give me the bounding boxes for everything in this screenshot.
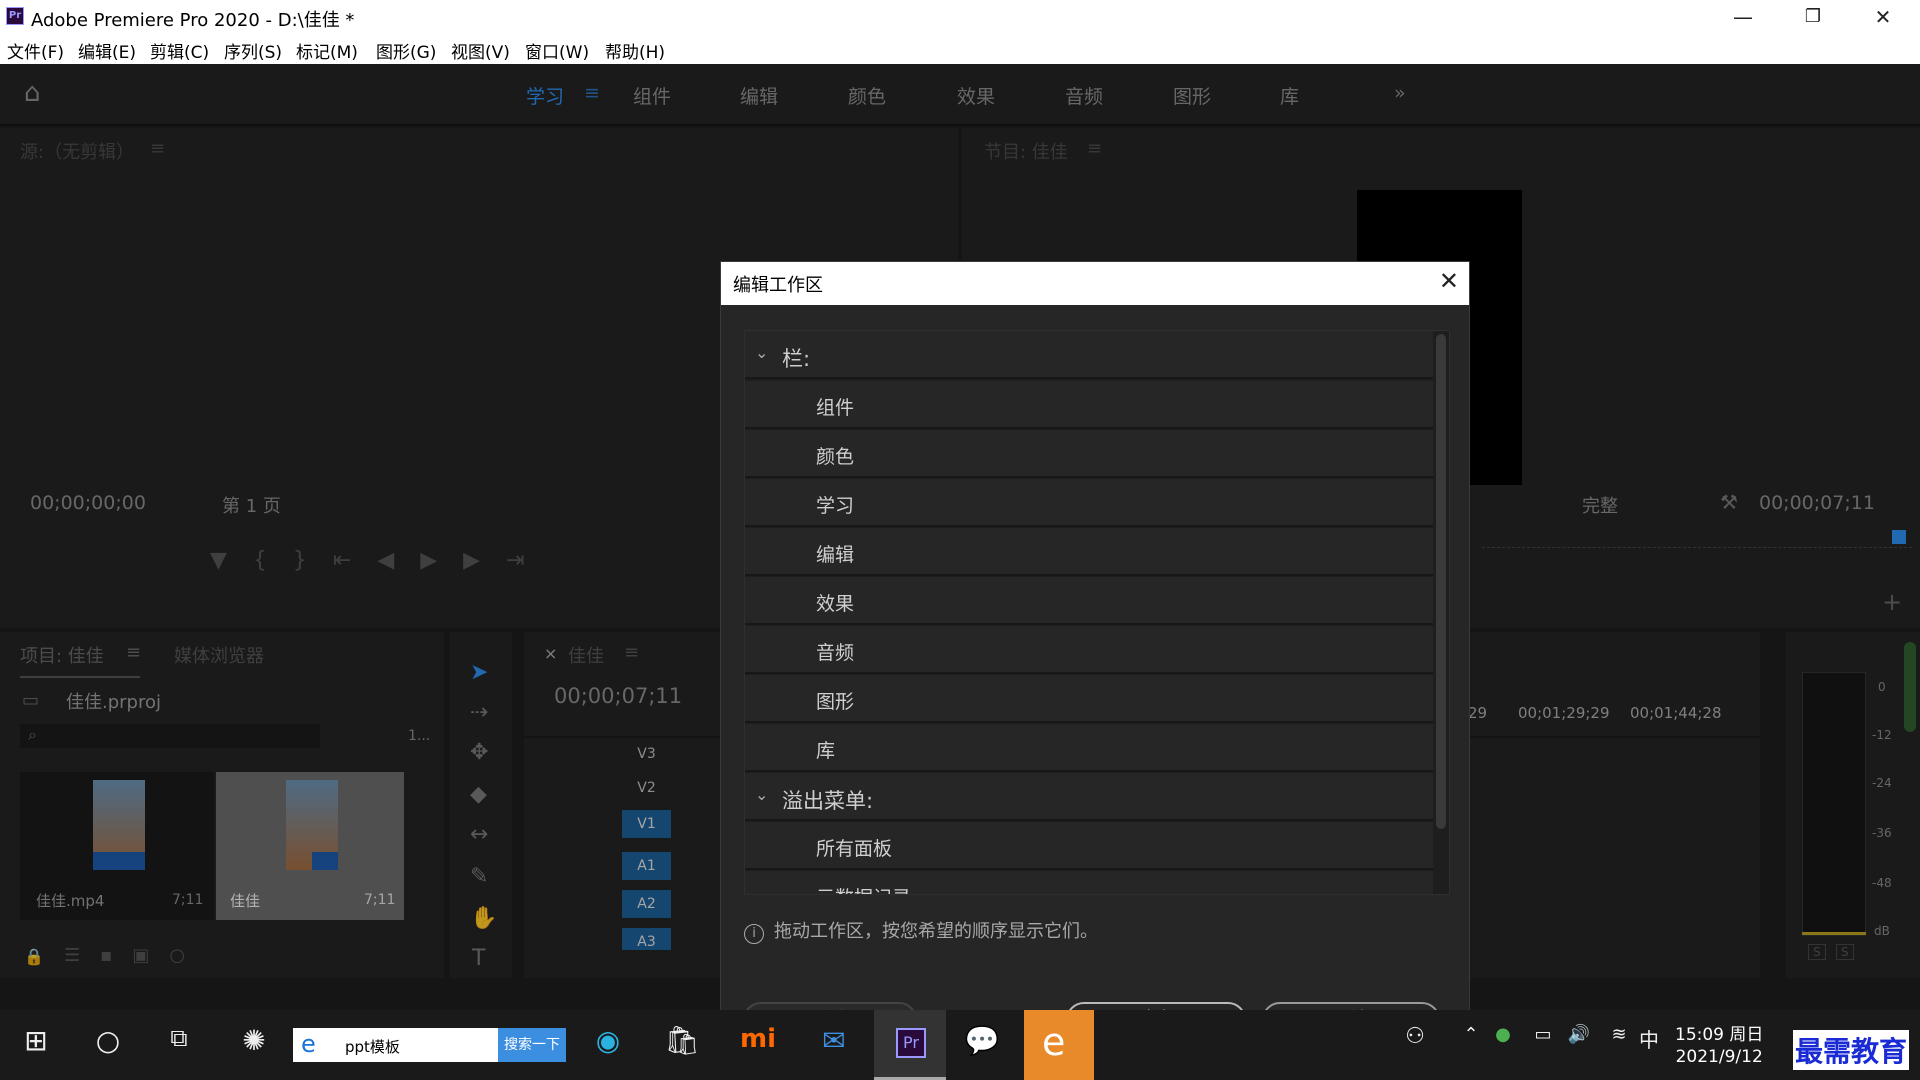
workspace-item-editing[interactable]: 编辑 xyxy=(745,528,1433,576)
workspace-item-metadata[interactable]: 元数据记录 xyxy=(745,871,1433,894)
close-button[interactable]: ✕ xyxy=(1848,0,1918,34)
workspace-item-label: 音频 xyxy=(816,642,855,664)
store-icon[interactable]: 🛍 xyxy=(664,1024,700,1057)
volume-icon[interactable]: 🔊 xyxy=(1566,1024,1592,1045)
menu-sequence[interactable]: 序列(S) xyxy=(224,38,282,63)
taskbar-ie-active[interactable]: e xyxy=(1024,1010,1094,1080)
workspace-item-libraries[interactable]: 库 xyxy=(745,724,1433,772)
menu-clip[interactable]: 剪辑(C) xyxy=(150,38,209,63)
list-scrollbar[interactable] xyxy=(1436,334,1446,829)
app-swirl-icon[interactable]: ✺ xyxy=(236,1024,272,1057)
premiere-app-icon: Pr xyxy=(6,7,24,25)
dialog-titlebar: 编辑工作区 ✕ xyxy=(721,262,1469,305)
workspace-list[interactable]: ⌄ 栏: 组件 颜色 学习 编辑 效果 音频 图形 库 ⌄ 溢出菜单: 所有面板… xyxy=(744,330,1450,895)
workspace-item-label: 学习 xyxy=(816,495,855,517)
brand-watermark: 最需教育 xyxy=(1793,1030,1910,1070)
tray-app-icon[interactable]: ● xyxy=(1492,1024,1514,1045)
windows-taskbar: ⊞ ○ ⧉ ✺ e ppt模板 搜索一下 ◉ 🛍 mi ✉ Pr 💬 e ⚇ ⌃… xyxy=(0,1010,1920,1080)
workspace-item-all-panels[interactable]: 所有面板 xyxy=(745,822,1433,870)
restore-button[interactable]: ❐ xyxy=(1778,0,1848,34)
section-bar-header[interactable]: ⌄ 栏: xyxy=(745,331,1433,379)
workspace-item-label: 组件 xyxy=(816,397,855,419)
workspace-item-label: 图形 xyxy=(816,691,855,713)
dialog-hint: i 拖动工作区，按您希望的顺序显示它们。 xyxy=(744,917,1098,944)
clock-date: 2021/9/12 xyxy=(1675,1047,1763,1067)
workspace-item-label: 元数据记录 xyxy=(816,883,911,894)
info-icon: i xyxy=(744,924,764,944)
workspace-item-label: 效果 xyxy=(816,593,855,615)
workspace-item-label: 颜色 xyxy=(816,446,855,468)
workspace-item-audio[interactable]: 音频 xyxy=(745,626,1433,674)
workspace-item-label: 库 xyxy=(816,740,836,762)
taskbar-search-input[interactable]: e ppt模板 xyxy=(293,1028,498,1062)
menu-help[interactable]: 帮助(H) xyxy=(605,38,665,63)
ie-search-icon: e xyxy=(301,1030,316,1058)
section-label: 溢出菜单: xyxy=(782,789,874,813)
search-text: ppt模板 xyxy=(345,1038,400,1056)
dialog-close-icon[interactable]: ✕ xyxy=(1439,267,1459,295)
edit-workspaces-dialog: 编辑工作区 ✕ ⌄ 栏: 组件 颜色 学习 编辑 效果 音频 图形 库 ⌄ 溢出… xyxy=(720,261,1470,1038)
windows-start-icon[interactable]: ⊞ xyxy=(20,1024,52,1057)
people-icon[interactable]: ⚇ xyxy=(1400,1024,1430,1049)
workspace-item-label: 所有面板 xyxy=(816,838,893,860)
section-overflow-header[interactable]: ⌄ 溢出菜单: xyxy=(745,773,1433,821)
hint-text: 拖动工作区，按您希望的顺序显示它们。 xyxy=(774,921,1098,942)
workspace-item-color[interactable]: 颜色 xyxy=(745,430,1433,478)
ie-icon: e xyxy=(1042,1020,1066,1064)
cortana-icon[interactable]: ○ xyxy=(92,1024,124,1057)
edge-browser-icon[interactable]: ◉ xyxy=(590,1024,626,1057)
workspace-item-label: 编辑 xyxy=(816,544,855,566)
window-titlebar: Pr Adobe Premiere Pro 2020 - D:\佳佳 * — ❐… xyxy=(0,0,1920,34)
wifi-icon[interactable]: ≋ xyxy=(1606,1024,1632,1045)
task-view-icon[interactable]: ⧉ xyxy=(163,1024,195,1052)
clock-time: 15:09 周日 xyxy=(1675,1025,1764,1045)
workspace-item-graphics[interactable]: 图形 xyxy=(745,675,1433,723)
mi-app-icon[interactable]: mi xyxy=(738,1024,778,1054)
menu-view[interactable]: 视图(V) xyxy=(451,38,510,63)
tray-expand-icon[interactable]: ⌃ xyxy=(1460,1024,1482,1045)
menu-window[interactable]: 窗口(W) xyxy=(525,38,589,63)
battery-icon[interactable]: ▭ xyxy=(1530,1024,1556,1045)
chevron-down-icon: ⌄ xyxy=(755,785,769,804)
workspace-item-learn[interactable]: 学习 xyxy=(745,479,1433,527)
workspace-item-effects[interactable]: 效果 xyxy=(745,577,1433,625)
wechat-icon[interactable]: 💬 xyxy=(962,1024,1002,1057)
taskbar-search-button[interactable]: 搜索一下 xyxy=(498,1028,566,1062)
mail-icon[interactable]: ✉ xyxy=(814,1024,854,1057)
premiere-taskbar-icon: Pr xyxy=(896,1028,926,1058)
menu-edit[interactable]: 编辑(E) xyxy=(78,38,136,63)
menu-marker[interactable]: 标记(M) xyxy=(296,38,358,63)
menu-file[interactable]: 文件(F) xyxy=(7,38,64,63)
dialog-title: 编辑工作区 xyxy=(733,275,823,296)
minimize-button[interactable]: — xyxy=(1708,0,1778,34)
menu-bar: 文件(F) 编辑(E) 剪辑(C) 序列(S) 标记(M) 图形(G) 视图(V… xyxy=(0,34,1920,64)
taskbar-premiere-active[interactable]: Pr xyxy=(874,1010,946,1080)
chevron-down-icon: ⌄ xyxy=(755,343,769,362)
ime-indicator[interactable]: 中 xyxy=(1636,1024,1662,1053)
section-label: 栏: xyxy=(782,347,811,371)
menu-graphics[interactable]: 图形(G) xyxy=(376,38,436,63)
workspace-item-assembly[interactable]: 组件 xyxy=(745,381,1433,429)
window-title: Adobe Premiere Pro 2020 - D:\佳佳 * xyxy=(31,10,355,31)
taskbar-clock[interactable]: 15:09 周日 2021/9/12 xyxy=(1675,1024,1763,1068)
